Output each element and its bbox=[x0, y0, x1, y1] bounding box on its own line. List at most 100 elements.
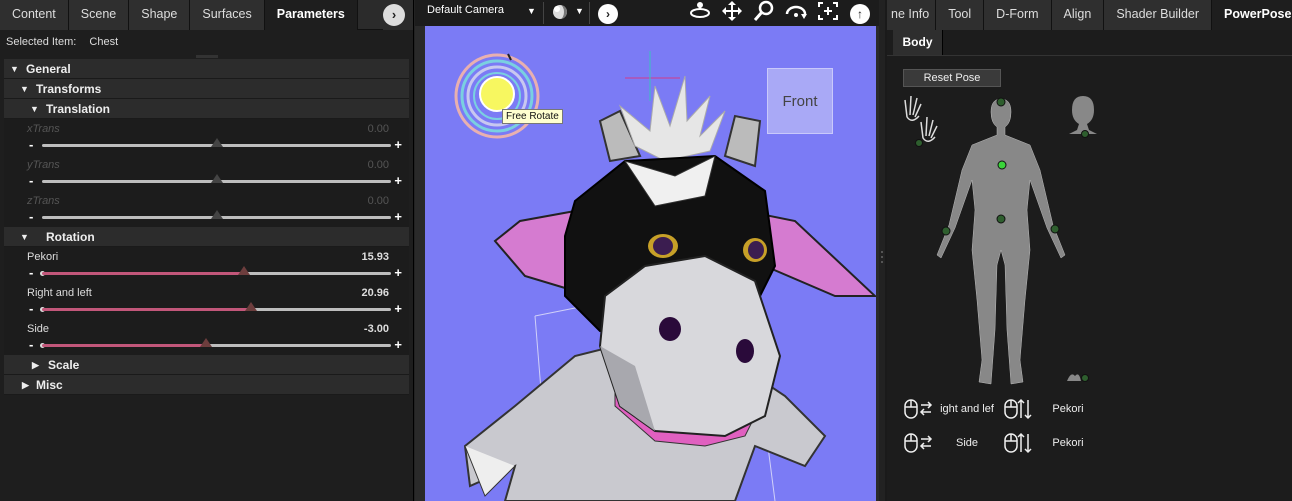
increment-button[interactable]: + bbox=[394, 265, 402, 280]
viewport-pane: Default Camera ▼ ▼ › ↑ Front Free Rotate bbox=[415, 0, 884, 501]
draw-style-button[interactable] bbox=[547, 0, 573, 25]
param-value[interactable]: 15.93 bbox=[361, 251, 389, 263]
frame-selection-icon bbox=[818, 2, 838, 20]
slider-thumb[interactable] bbox=[245, 302, 258, 311]
powerpose-pane: ne Info Tool D-Form Align Shader Builder… bbox=[887, 0, 1292, 501]
expand-triangle-icon[interactable]: ▼ bbox=[30, 99, 39, 119]
slider-thumb[interactable] bbox=[238, 266, 251, 275]
mouse-right-icon bbox=[1004, 433, 1018, 453]
increment-button[interactable]: + bbox=[394, 137, 402, 152]
reset-pose-button[interactable]: Reset Pose bbox=[903, 69, 1001, 87]
slider-fill bbox=[42, 272, 245, 275]
hip-node[interactable] bbox=[997, 215, 1005, 223]
orbit-button[interactable] bbox=[687, 0, 713, 25]
decrement-button[interactable]: - bbox=[29, 209, 33, 224]
param-name: Right and left bbox=[27, 287, 92, 299]
increment-button[interactable]: + bbox=[394, 173, 402, 188]
param-pekori: Pekori 15.93 - + bbox=[4, 247, 409, 283]
tab-content[interactable]: Content bbox=[0, 0, 69, 30]
param-value[interactable]: 20.96 bbox=[361, 287, 389, 299]
viewport-next-button[interactable]: › bbox=[595, 0, 621, 25]
increment-button[interactable]: + bbox=[394, 209, 402, 224]
left-hand-node[interactable] bbox=[1051, 225, 1059, 233]
increment-button[interactable]: + bbox=[394, 301, 402, 316]
slider-thumb[interactable] bbox=[210, 210, 223, 219]
zoom-button[interactable] bbox=[751, 0, 777, 25]
toolbar-divider bbox=[543, 2, 544, 24]
orbit-icon bbox=[690, 2, 710, 18]
pane-resize-grip[interactable] bbox=[196, 55, 218, 58]
chest-node[interactable] bbox=[998, 161, 1006, 169]
param-value[interactable]: -3.00 bbox=[364, 323, 389, 335]
frame-button[interactable] bbox=[815, 0, 841, 25]
hands-icon bbox=[904, 95, 938, 142]
pan-button[interactable] bbox=[719, 0, 745, 25]
tab-align[interactable]: Align bbox=[1051, 0, 1105, 30]
right-splitter[interactable] bbox=[879, 0, 885, 501]
param-name: zTrans bbox=[27, 195, 60, 207]
group-misc[interactable]: ▶ Misc bbox=[4, 375, 409, 395]
daz-studio-window: Content Scene Shape Surfaces Parameters … bbox=[0, 0, 1292, 501]
right-hand-node[interactable] bbox=[942, 227, 950, 235]
tab-scene[interactable]: Scene bbox=[68, 0, 130, 30]
camera-select[interactable]: Default Camera bbox=[427, 4, 504, 16]
expand-triangle-icon[interactable]: ▼ bbox=[20, 79, 29, 99]
expand-triangle-icon[interactable]: ▼ bbox=[20, 227, 29, 247]
param-slider[interactable] bbox=[42, 210, 391, 219]
selected-item-value: Chest bbox=[89, 36, 119, 48]
param-slider[interactable] bbox=[40, 302, 391, 312]
tab-parameters[interactable]: Parameters bbox=[264, 0, 358, 30]
3d-viewport[interactable]: Front Free Rotate bbox=[425, 26, 876, 501]
tab-powerpose[interactable]: PowerPose bbox=[1212, 0, 1292, 30]
slider-fill bbox=[42, 308, 252, 311]
group-scale[interactable]: ▶ Scale bbox=[4, 355, 409, 375]
collapsed-triangle-icon[interactable]: ▶ bbox=[22, 375, 29, 395]
slider-thumb[interactable] bbox=[200, 338, 213, 347]
param-slider[interactable] bbox=[40, 266, 391, 276]
view-cube[interactable]: Front bbox=[767, 68, 833, 134]
group-transforms-label: Transforms bbox=[36, 82, 102, 96]
mouse-left-icon bbox=[904, 399, 918, 419]
decrement-button[interactable]: - bbox=[29, 173, 33, 188]
group-rotation[interactable]: ▼ Rotation bbox=[4, 227, 409, 247]
decrement-button[interactable]: - bbox=[29, 265, 33, 280]
chevron-down-icon[interactable]: ▼ bbox=[575, 6, 584, 16]
decrement-button[interactable]: - bbox=[29, 337, 33, 352]
tab-tool[interactable]: Tool bbox=[936, 0, 985, 30]
feet-icon bbox=[1067, 374, 1081, 381]
param-side: Side -3.00 - + bbox=[4, 319, 409, 355]
decrement-button[interactable]: - bbox=[29, 301, 33, 316]
param-slider[interactable] bbox=[42, 174, 391, 183]
param-value[interactable]: 0.00 bbox=[368, 195, 389, 207]
tab-scene-info[interactable]: ne Info bbox=[887, 0, 937, 30]
slider-thumb[interactable] bbox=[210, 138, 223, 147]
sphere-icon bbox=[553, 5, 567, 19]
param-slider[interactable] bbox=[40, 338, 391, 348]
tab-body[interactable]: Body bbox=[893, 30, 943, 55]
param-value[interactable]: 0.00 bbox=[368, 123, 389, 135]
viewport-up-button[interactable]: ↑ bbox=[847, 0, 873, 25]
group-rotation-label: Rotation bbox=[46, 230, 95, 244]
ud-drag-label: Pekori bbox=[1052, 403, 1084, 415]
tab-surfaces[interactable]: Surfaces bbox=[190, 0, 265, 30]
group-translation[interactable]: ▼ Translation bbox=[4, 99, 409, 119]
increment-button[interactable]: + bbox=[394, 337, 402, 352]
slider-thumb[interactable] bbox=[210, 174, 223, 183]
tab-shader-builder[interactable]: Shader Builder bbox=[1104, 0, 1213, 30]
group-transforms[interactable]: ▼ Transforms bbox=[4, 79, 409, 99]
chevron-down-icon[interactable]: ▼ bbox=[527, 6, 536, 16]
tab-shape[interactable]: Shape bbox=[129, 0, 191, 30]
param-slider[interactable] bbox=[42, 138, 391, 147]
tab-overflow-arrow-icon[interactable]: › bbox=[383, 4, 405, 26]
expand-triangle-icon[interactable]: ▼ bbox=[10, 59, 19, 79]
selected-item-row: Selected Item: Chest bbox=[0, 30, 413, 54]
collapsed-triangle-icon[interactable]: ▶ bbox=[32, 355, 39, 375]
head-node[interactable] bbox=[997, 98, 1005, 106]
mouse-right-icon bbox=[904, 433, 918, 453]
tab-overflow-area: › bbox=[383, 0, 413, 30]
tab-d-form[interactable]: D-Form bbox=[984, 0, 1052, 30]
param-value[interactable]: 0.00 bbox=[368, 159, 389, 171]
dolly-button[interactable] bbox=[783, 0, 809, 25]
decrement-button[interactable]: - bbox=[29, 137, 33, 152]
group-general[interactable]: ▼ General bbox=[4, 59, 409, 79]
